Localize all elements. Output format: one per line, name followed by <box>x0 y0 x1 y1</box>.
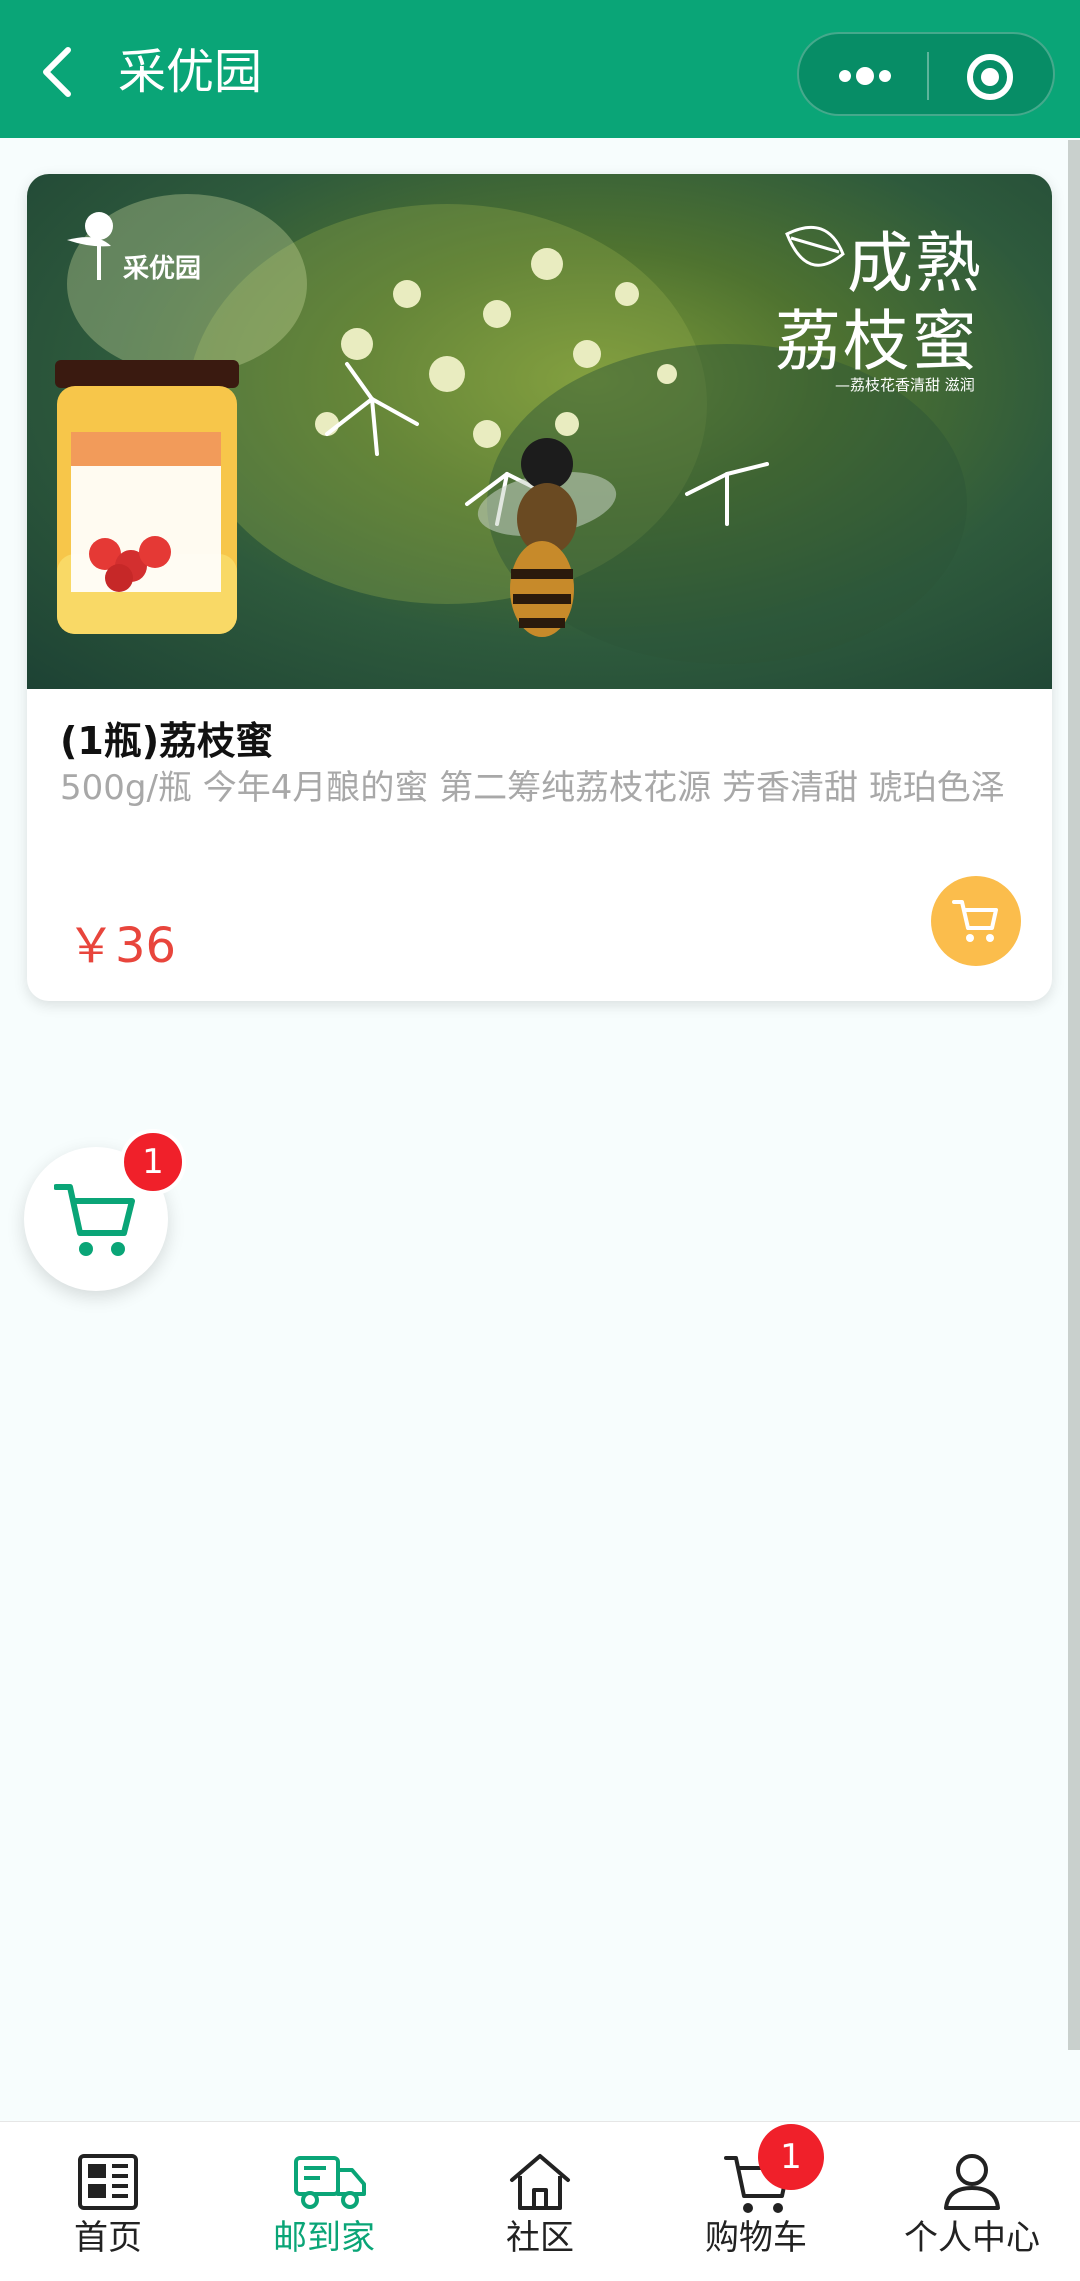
add-to-cart-button[interactable] <box>931 876 1021 966</box>
home-icon <box>510 2154 570 2210</box>
product-banner-image: 采优园 成熟 荔枝蜜 —荔枝花香清甜 滋润 <box>27 174 1052 689</box>
banner-tagline: —荔枝花香清甜 滋润 <box>835 376 975 394</box>
banner-headline-2: 荔枝蜜 <box>775 303 979 380</box>
delivery-truck-icon <box>294 2156 366 2209</box>
nav-item-delivery[interactable]: 邮到家 <box>216 2122 432 2281</box>
scrollbar[interactable] <box>1068 140 1080 2050</box>
more-options-icon[interactable] <box>835 54 895 98</box>
bottom-nav: 首页 邮到家 社区 购物车 个人中心 <box>0 2121 1080 2281</box>
product-description: 500g/瓶 今年4月酿的蜜 第二筹纯荔枝花源 芳香清甜 琥珀色泽 <box>60 768 1005 808</box>
nav-item-community[interactable]: 社区 <box>432 2122 648 2281</box>
cart-icon <box>54 1184 135 1256</box>
user-icon <box>944 2154 1000 2210</box>
nav-label-profile: 个人中心 <box>904 2218 1040 2258</box>
honey-jar-illustration <box>55 360 239 634</box>
product-price: ￥36 <box>67 918 177 974</box>
nav-label-delivery: 邮到家 <box>273 2218 375 2258</box>
mini-program-capsule <box>797 32 1055 116</box>
capsule-divider <box>927 52 929 100</box>
nav-label-community: 社区 <box>506 2218 574 2258</box>
floating-cart-badge: 1 <box>120 1129 186 1195</box>
nav-item-home[interactable]: 首页 <box>0 2122 216 2281</box>
banner-brand-text: 采优园 <box>123 254 202 284</box>
cart-icon <box>952 900 998 942</box>
product-card[interactable]: 采优园 成熟 荔枝蜜 —荔枝花香清甜 滋润 (1瓶)荔枝蜜 500g/瓶 今年4… <box>27 174 1052 1001</box>
product-name: (1瓶)荔枝蜜 <box>60 719 274 763</box>
nav-cart-badge: 1 <box>758 2124 824 2190</box>
page-title: 采优园 <box>118 44 263 100</box>
news-icon <box>78 2154 138 2210</box>
close-program-icon[interactable] <box>965 52 1015 102</box>
nav-item-profile[interactable]: 个人中心 <box>864 2122 1080 2281</box>
back-arrow-icon[interactable] <box>38 44 78 100</box>
app-header: 采优园 <box>0 0 1080 138</box>
nav-item-cart[interactable]: 购物车 <box>648 2122 864 2281</box>
nav-label-home: 首页 <box>74 2218 142 2258</box>
nav-label-cart: 购物车 <box>705 2218 807 2258</box>
leaf-icon <box>785 225 845 267</box>
